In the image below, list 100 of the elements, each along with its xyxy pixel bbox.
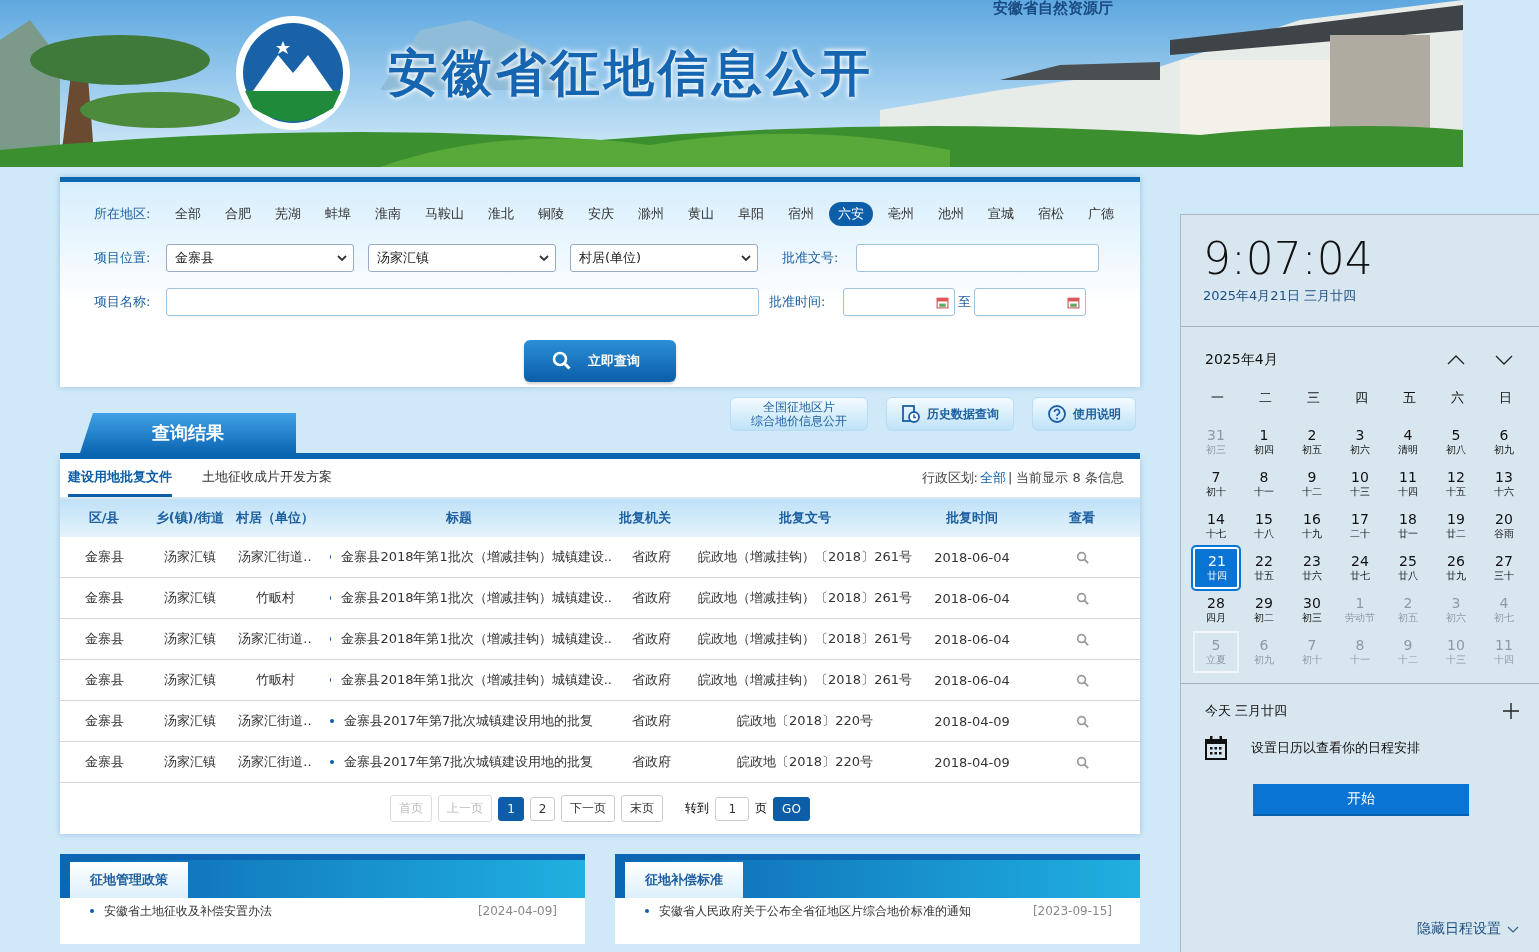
land-price-link[interactable]: 全国征地区片 综合地价信息公开 <box>730 397 868 431</box>
calendar-day[interactable]: 9 十二 <box>1289 463 1335 505</box>
calendar-day[interactable]: 21 廿四 <box>1193 547 1239 589</box>
select-field[interactable]: 金寨县 <box>166 244 354 272</box>
date-field[interactable] <box>974 288 1086 316</box>
month-label[interactable]: 2025年4月 <box>1205 351 1278 369</box>
region-tab[interactable]: 宿松 <box>1029 202 1073 226</box>
calendar-day[interactable]: 14 十七 <box>1193 505 1239 547</box>
help-button[interactable]: 使用说明 <box>1032 397 1136 431</box>
title-link[interactable]: 金寨县2018年第1批次（增减挂钩）城镇建设.. <box>341 548 612 566</box>
region-tab[interactable]: 芜湖 <box>266 202 310 226</box>
page-button[interactable]: 1 <box>498 796 524 821</box>
calendar-day[interactable]: 17 二十 <box>1337 505 1383 547</box>
region-tab[interactable]: 滁州 <box>629 202 673 226</box>
chevron-down-icon[interactable] <box>1495 355 1513 365</box>
calendar-day[interactable]: 19 廿二 <box>1433 505 1479 547</box>
caret-icon <box>539 255 549 261</box>
calendar-day[interactable]: 23 廿六 <box>1289 547 1335 589</box>
region-tab[interactable]: 宿州 <box>779 202 823 226</box>
title-link[interactable]: 金寨县2018年第1批次（增减挂钩）城镇建设.. <box>341 589 612 607</box>
search-icon[interactable] <box>1075 632 1089 646</box>
search-icon[interactable] <box>1075 550 1089 564</box>
title-link[interactable]: 金寨县2018年第1批次（增减挂钩）城镇建设.. <box>341 671 612 689</box>
search-icon[interactable] <box>1075 673 1089 687</box>
calendar-day[interactable]: 15 十八 <box>1241 505 1287 547</box>
region-tab[interactable]: 马鞍山 <box>416 202 473 226</box>
search-icon[interactable] <box>1075 714 1089 728</box>
sub-tab[interactable]: 土地征收成片开发方案 <box>202 459 332 497</box>
calendar-day[interactable]: 11 十四 <box>1385 463 1431 505</box>
region-link[interactable]: 全部 <box>979 469 1006 487</box>
calendar-day[interactable]: 27 三十 <box>1481 547 1527 589</box>
search-button[interactable]: 立即查询 <box>524 340 676 382</box>
calendar-day[interactable]: 8 十一 <box>1241 463 1287 505</box>
calendar-day[interactable]: 10 十三 <box>1337 463 1383 505</box>
panel-tab[interactable]: 征地补偿标准 <box>625 862 743 898</box>
region-tab[interactable]: 安庆 <box>579 202 623 226</box>
column-header: 查看 <box>1068 509 1096 527</box>
region-tab[interactable]: 黄山 <box>679 202 723 226</box>
title-link[interactable]: 金寨县2017年第7批次城镇建设用地的批复 <box>344 753 594 771</box>
page-input[interactable]: 1 <box>715 796 750 821</box>
add-icon[interactable] <box>1503 703 1519 719</box>
column-header: 乡(镇)/街道 <box>154 509 226 527</box>
calendar-day[interactable]: 6 初九 <box>1481 421 1527 463</box>
region-tab[interactable]: 全部 <box>166 202 210 226</box>
title-link[interactable]: 金寨县2017年第7批次城镇建设用地的批复 <box>344 712 594 730</box>
region-tab[interactable]: 宣城 <box>979 202 1023 226</box>
table-cell-text: 2018-06-04 <box>933 549 1011 565</box>
full-date[interactable]: 2025年4月21日 三月廿四 <box>1203 287 1539 305</box>
region-tab[interactable]: 六安 <box>829 202 873 226</box>
column-header: 批复时间 <box>945 509 999 527</box>
calendar-day[interactable]: 18 廿一 <box>1385 505 1431 547</box>
hide-agenda-link[interactable]: 隐藏日程设置 <box>1417 920 1519 938</box>
input-field[interactable] <box>856 244 1099 272</box>
region-tab[interactable]: 亳州 <box>879 202 923 226</box>
page-button[interactable]: 下一页 <box>561 795 616 822</box>
calendar-day[interactable]: 25 廿八 <box>1385 547 1431 589</box>
calendar-day[interactable]: 5 初八 <box>1433 421 1479 463</box>
region-tab[interactable]: 阜阳 <box>729 202 773 226</box>
history-button[interactable]: 历史数据查询 <box>886 397 1014 431</box>
calendar-day[interactable]: 24 廿七 <box>1337 547 1383 589</box>
calendar-day[interactable]: 4 清明 <box>1385 421 1431 463</box>
news-link[interactable]: 安徽省人民政府关于公布全省征地区片综合地价标准的通知 <box>659 904 1023 918</box>
region-tab[interactable]: 合肥 <box>216 202 260 226</box>
news-link[interactable]: 安徽省土地征收及补偿安置办法 <box>104 904 468 918</box>
panel-tab[interactable]: 征地管理政策 <box>70 862 188 898</box>
calendar-day[interactable]: 3 初六 <box>1337 421 1383 463</box>
calendar-day[interactable]: 29 初二 <box>1241 589 1287 631</box>
region-tab[interactable]: 广德 <box>1079 202 1123 226</box>
page-button[interactable]: 末页 <box>621 795 664 822</box>
field-label: 批准时间: <box>769 293 827 311</box>
input-field[interactable] <box>166 288 759 316</box>
region-tab[interactable]: 淮北 <box>479 202 523 226</box>
calendar-day[interactable]: 1 初四 <box>1241 421 1287 463</box>
bullet-dot <box>330 760 334 764</box>
select-field[interactable]: 汤家汇镇 <box>368 244 556 272</box>
calendar-day[interactable]: 28 四月 <box>1193 589 1239 631</box>
search-icon[interactable] <box>1075 591 1089 605</box>
calendar-day[interactable]: 20 谷雨 <box>1481 505 1527 547</box>
region-tab[interactable]: 铜陵 <box>529 202 573 226</box>
calendar-day[interactable]: 2 初五 <box>1289 421 1335 463</box>
select-field[interactable]: 村居(单位) <box>570 244 758 272</box>
start-button[interactable]: 开始 <box>1253 784 1469 816</box>
calendar-day[interactable]: 7 初十 <box>1193 463 1239 505</box>
title-link[interactable]: 金寨县2018年第1批次（增减挂钩）城镇建设.. <box>341 630 612 648</box>
region-tab[interactable]: 蚌埠 <box>316 202 360 226</box>
region-tab[interactable]: 淮南 <box>366 202 410 226</box>
go-button[interactable]: GO <box>773 796 810 821</box>
calendar-day[interactable]: 26 廿九 <box>1433 547 1479 589</box>
calendar-day[interactable]: 22 廿五 <box>1241 547 1287 589</box>
chevron-up-icon[interactable] <box>1447 355 1465 365</box>
page-button[interactable]: 2 <box>529 796 556 821</box>
region-tab[interactable]: 池州 <box>929 202 973 226</box>
calendar-day[interactable]: 12 十五 <box>1433 463 1479 505</box>
calendar-day[interactable]: 30 初三 <box>1289 589 1335 631</box>
column-header: 批复机关 <box>618 509 672 527</box>
weekday-label: 一 <box>1209 389 1225 407</box>
date-field[interactable] <box>843 288 955 316</box>
calendar-day[interactable]: 13 十六 <box>1481 463 1527 505</box>
calendar-day[interactable]: 16 十九 <box>1289 505 1335 547</box>
search-icon[interactable] <box>1075 755 1089 769</box>
